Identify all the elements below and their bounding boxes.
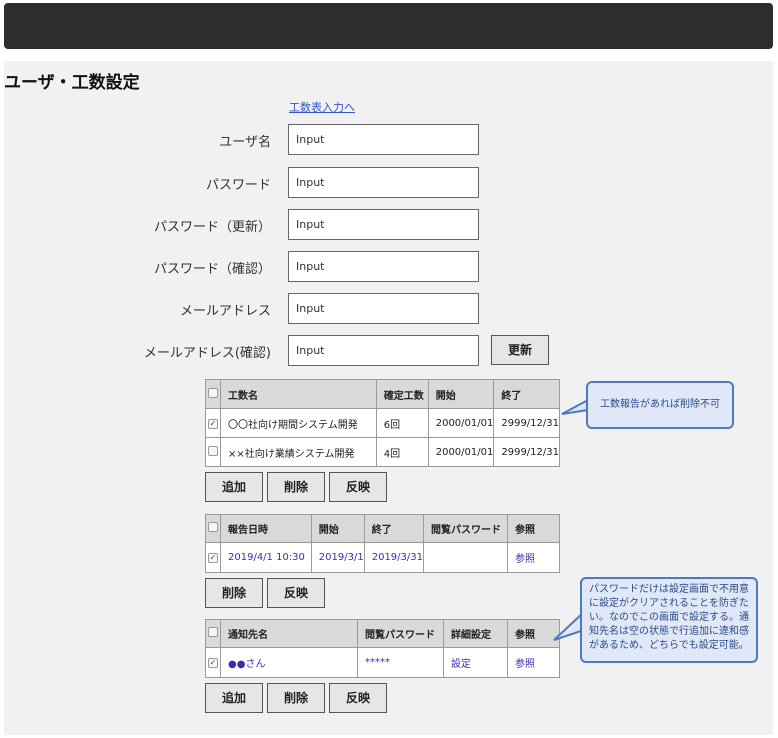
col-view-password: 閲覧パスワード (423, 514, 508, 543)
table-row: ✓ 2019/4/1 10:30 2019/3/1 2019/3/31 参照 (205, 542, 560, 573)
row-checkbox[interactable]: ✓ (205, 408, 221, 438)
kousuu-end: 2999/12/31 (493, 408, 560, 438)
table-row: ××社向け業績システム開発 4回 2000/01/01 2999/12/31 (205, 437, 560, 467)
username-label: ユーザ名 (219, 135, 271, 150)
col-confirmed: 確定工数 (375, 379, 429, 409)
kousuu-input-link[interactable]: 工数表入力へ (289, 99, 355, 115)
callout-password-note: パスワードだけは設定画面で不用意に設定がクリアされることを防ぎたい。なのでこの画… (580, 577, 758, 663)
report-ref-link[interactable]: 参照 (515, 554, 535, 565)
report-ref: 参照 (507, 542, 560, 573)
report-password (423, 542, 508, 573)
kousuu-start: 2000/01/01 (427, 408, 495, 438)
col-end: 終了 (363, 514, 425, 543)
email-input[interactable] (288, 293, 479, 324)
kousuu-end: 2999/12/31 (493, 437, 560, 467)
email-confirm-label: メールアドレス(確認) (143, 346, 271, 361)
password-update-label: パスワード（更新） (153, 220, 271, 235)
report-start-link[interactable]: 2019/3/1 (319, 552, 364, 563)
notify-ref-link[interactable]: 参照 (515, 659, 535, 670)
notify-password: ***** (357, 647, 444, 678)
report-end: 2019/3/31 (363, 542, 425, 573)
notify-password-link[interactable]: ***** (365, 657, 390, 668)
kousuu-table: 工数名 確定工数 開始 終了 ✓ 〇〇社向け期間システム開発 6回 2000/0… (205, 379, 560, 467)
col-end: 終了 (493, 379, 560, 409)
col-detail-settings: 詳細設定 (443, 619, 508, 648)
password-confirm-input[interactable] (288, 251, 479, 282)
col-view-password: 閲覧パスワード (357, 619, 444, 648)
kousuu-add-button[interactable]: 追加 (205, 472, 263, 502)
col-notify-name: 通知先名 (220, 619, 358, 648)
notify-apply-button[interactable]: 反映 (329, 683, 387, 713)
row-checkbox[interactable] (205, 437, 221, 467)
kousuu-name: ××社向け業績システム開発 (220, 437, 377, 467)
col-kousuu-name: 工数名 (220, 379, 377, 409)
row-checkbox[interactable]: ✓ (205, 542, 221, 573)
kousuu-count: 6回 (375, 408, 429, 438)
col-start: 開始 (427, 379, 495, 409)
report-apply-button[interactable]: 反映 (267, 578, 325, 608)
password-confirm-label: パスワード（確認） (153, 262, 271, 277)
report-start: 2019/3/1 (310, 542, 365, 573)
page-title: ユーザ・工数設定 (4, 73, 140, 93)
report-end-link[interactable]: 2019/3/31 (372, 552, 423, 563)
kousuu-delete-button[interactable]: 削除 (267, 472, 325, 502)
email-label: メールアドレス (179, 304, 271, 319)
kousuu-count: 4回 (375, 437, 429, 467)
notify-detail: 設定 (443, 647, 508, 678)
kousuu-apply-button[interactable]: 反映 (329, 472, 387, 502)
report-datetime: 2019/4/1 10:30 (220, 542, 312, 573)
notify-table: 通知先名 閲覧パスワード 詳細設定 参照 ✓ ●●さん ***** 設定 参照 (205, 619, 560, 678)
kousuu-start: 2000/01/01 (427, 437, 495, 467)
select-all-checkbox[interactable] (205, 514, 221, 543)
col-start: 開始 (310, 514, 365, 543)
col-ref: 参照 (507, 514, 560, 543)
notify-ref: 参照 (507, 647, 560, 678)
row-checkbox[interactable]: ✓ (205, 647, 221, 678)
password-label: パスワード (205, 178, 271, 193)
table-row: ✓ ●●さん ***** 設定 参照 (205, 647, 560, 678)
password-update-input[interactable] (288, 209, 479, 240)
notify-detail-link[interactable]: 設定 (451, 659, 471, 670)
col-report-datetime: 報告日時 (220, 514, 312, 543)
email-confirm-input[interactable] (288, 335, 479, 366)
update-button[interactable]: 更新 (491, 335, 549, 365)
notify-add-button[interactable]: 追加 (205, 683, 263, 713)
report-datetime-link[interactable]: 2019/4/1 10:30 (228, 552, 305, 563)
report-delete-button[interactable]: 削除 (205, 578, 263, 608)
select-all-checkbox[interactable] (205, 619, 221, 648)
report-table: 報告日時 開始 終了 閲覧パスワード 参照 ✓ 2019/4/1 10:30 2… (205, 514, 560, 573)
table-row: ✓ 〇〇社向け期間システム開発 6回 2000/01/01 2999/12/31 (205, 408, 560, 438)
select-all-checkbox[interactable] (205, 379, 221, 409)
password-input[interactable] (288, 167, 479, 198)
top-bar (4, 3, 773, 49)
notify-delete-button[interactable]: 削除 (267, 683, 325, 713)
notify-name-link[interactable]: ●●さん (228, 659, 265, 670)
kousuu-name: 〇〇社向け期間システム開発 (220, 408, 377, 438)
notify-name: ●●さん (220, 647, 358, 678)
username-input[interactable] (288, 124, 479, 155)
callout-delete-note: 工数報告があれば削除不可 (586, 381, 734, 429)
